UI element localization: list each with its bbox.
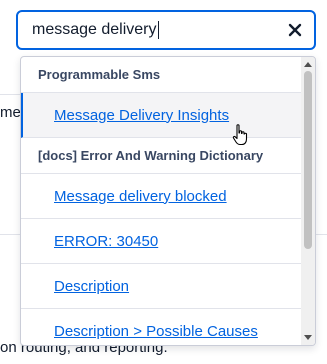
triangle-down-icon xyxy=(304,335,312,340)
background-text-fragment: me xyxy=(0,104,20,121)
result-item-error-30450[interactable]: ERROR: 30450 xyxy=(21,219,302,264)
results-scrollbar[interactable] xyxy=(301,57,315,345)
result-link[interactable]: ERROR: 30450 xyxy=(54,233,158,250)
search-results-list: Programmable Sms Message Delivery Insigh… xyxy=(21,57,302,345)
result-item-description-possible-causes[interactable]: Description > Possible Causes xyxy=(21,309,302,345)
scroll-up-button[interactable] xyxy=(301,57,315,71)
search-results-dropdown: Programmable Sms Message Delivery Insigh… xyxy=(20,56,316,346)
search-input[interactable]: message delivery xyxy=(16,10,316,50)
clear-search-button[interactable] xyxy=(276,12,314,48)
search-query-text: message delivery xyxy=(32,21,157,39)
hand-pointer-icon xyxy=(232,124,248,146)
background-divider xyxy=(0,94,20,95)
text-caret xyxy=(157,20,159,39)
result-link[interactable]: Message Delivery Insights xyxy=(54,107,229,124)
result-link[interactable]: Message delivery blocked xyxy=(54,188,227,205)
scroll-down-button[interactable] xyxy=(301,331,315,345)
result-link[interactable]: Description xyxy=(54,278,129,295)
result-group-header: Programmable Sms xyxy=(21,57,302,93)
result-group-header: [docs] Error And Warning Dictionary xyxy=(21,138,302,174)
result-item-message-delivery-blocked[interactable]: Message delivery blocked xyxy=(21,174,302,219)
triangle-up-icon xyxy=(304,62,312,67)
scrollbar-thumb[interactable] xyxy=(304,71,312,249)
result-link[interactable]: Description > Possible Causes xyxy=(54,323,258,340)
search-input-value[interactable]: message delivery xyxy=(18,20,276,39)
result-item-description[interactable]: Description xyxy=(21,264,302,309)
result-item-message-delivery-insights[interactable]: Message Delivery Insights xyxy=(21,93,302,138)
close-icon xyxy=(288,23,302,37)
